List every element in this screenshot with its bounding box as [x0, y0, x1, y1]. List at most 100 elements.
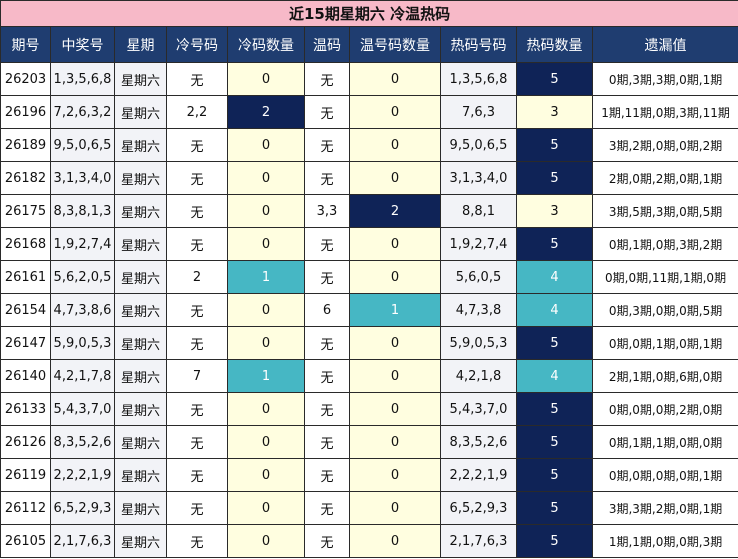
cell-hot-numbers: 5,6,0,5 [440, 260, 517, 294]
cell-warm-numbers: 无 [304, 524, 350, 558]
cell-cold-numbers: 无 [166, 392, 228, 426]
cell-hot-numbers: 1,3,5,6,8 [440, 62, 517, 96]
cell-period: 26140 [0, 359, 51, 393]
header-hot-count: 热码数量 [516, 26, 593, 63]
cell-weekday: 星期六 [114, 425, 167, 459]
cell-missing-values: 3期,3期,2期,0期,1期 [591, 491, 738, 525]
title-row: 近15期星期六 冷温热码 [0, 0, 738, 27]
cell-warm-count: 2 [349, 194, 441, 228]
table-row: 26182 3,1,3,4,0 星期六无 0 无 0 3,1,3,4,0 5 2期,0期,2期,… [0, 161, 738, 195]
table-row: 26133 5,4,3,7,0 星期六无 0 无 0 5,4,3,7,0 5 0期,0期,0期,… [0, 392, 738, 426]
cell-cold-numbers: 无 [166, 326, 228, 360]
cell-missing-values: 0期,0期,1期,0期,1期 [591, 326, 738, 360]
cell-cold-count: 0 [227, 392, 305, 426]
cell-winning-numbers: 5,4,3,7,0 [50, 392, 115, 426]
cell-weekday: 星期六 [114, 62, 167, 96]
cell-warm-numbers: 无 [304, 62, 350, 96]
table-row: 26196 7,2,6,3,2 星期六 2,2 2 无 0 7,6,3 3 1期,11期,0期,3… [0, 95, 738, 129]
cell-period: 26126 [0, 425, 51, 459]
cell-hot-count: 5 [516, 227, 593, 261]
cell-warm-count: 0 [349, 491, 441, 525]
table-row: 26119 2,2,2,1,9 星期六无 0 无 0 2,2,2,1,9 5 0期,0期,0期,… [0, 458, 738, 492]
cell-winning-numbers: 8,3,5,2,6 [50, 425, 115, 459]
cell-cold-numbers: 无 [166, 128, 228, 162]
cell-hot-count: 5 [516, 161, 593, 195]
cell-cold-count: 0 [227, 128, 305, 162]
cell-cold-count: 1 [227, 260, 305, 294]
cell-warm-numbers: 无 [304, 128, 350, 162]
cell-winning-numbers: 1,3,5,6,8 [50, 62, 115, 96]
table-row: 26126 8,3,5,2,6 星期六无 0 无 0 8,3,5,2,6 5 0期,1期,1期,… [0, 425, 738, 459]
cell-cold-count: 0 [227, 194, 305, 228]
cell-cold-numbers: 无 [166, 293, 228, 327]
cell-winning-numbers: 7,2,6,3,2 [50, 95, 115, 129]
cell-warm-count: 0 [349, 326, 441, 360]
cell-cold-count: 0 [227, 227, 305, 261]
header-hot-numbers: 热码号码 [440, 26, 517, 63]
cell-missing-values: 0期,0期,11期,1期,0期 [591, 260, 738, 294]
cell-missing-values: 1期,1期,0期,0期,3期 [591, 524, 738, 558]
table-row: 26175 8,3,8,1,3 星期六无 0 3,3 2 8,8,1 3 3期,5期,3期,0期… [0, 194, 738, 228]
cell-cold-count: 0 [227, 458, 305, 492]
table-row: 26147 5,9,0,5,3 星期六无 0 无 0 5,9,0,5,3 5 0期,0期,1期,… [0, 326, 738, 360]
cell-period: 26168 [0, 227, 51, 261]
cell-hot-count: 5 [516, 491, 593, 525]
cell-warm-numbers: 3,3 [304, 194, 350, 228]
cell-hot-numbers: 8,3,5,2,6 [440, 425, 517, 459]
cell-hot-count: 5 [516, 524, 593, 558]
cell-warm-count: 0 [349, 425, 441, 459]
header-row: 期号 中奖号 星期 冷号码 冷码数量 温码 温号码数量 热码号码 热码数量 遗漏… [0, 26, 738, 63]
cell-warm-numbers: 无 [304, 161, 350, 195]
cell-period: 26147 [0, 326, 51, 360]
cell-hot-count: 5 [516, 62, 593, 96]
cell-winning-numbers: 3,1,3,4,0 [50, 161, 115, 195]
cell-cold-count: 0 [227, 293, 305, 327]
cell-warm-numbers: 无 [304, 491, 350, 525]
cell-warm-numbers: 无 [304, 392, 350, 426]
cell-weekday: 星期六 [114, 260, 167, 294]
header-missing-values: 遗漏值 [591, 26, 738, 63]
cell-warm-numbers: 无 [304, 458, 350, 492]
header-weekday: 星期 [114, 26, 167, 63]
cell-hot-numbers: 4,2,1,8 [440, 359, 517, 393]
cell-cold-numbers: 无 [166, 194, 228, 228]
cell-cold-numbers: 无 [166, 425, 228, 459]
cell-winning-numbers: 4,2,1,7,8 [50, 359, 115, 393]
header-winning-numbers: 中奖号 [50, 26, 115, 63]
cell-missing-values: 0期,3期,0期,0期,5期 [591, 293, 738, 327]
cell-period: 26154 [0, 293, 51, 327]
cell-hot-count: 5 [516, 128, 593, 162]
cell-warm-count: 0 [349, 161, 441, 195]
cell-warm-numbers: 6 [304, 293, 350, 327]
cell-warm-count: 0 [349, 95, 441, 129]
cell-cold-count: 1 [227, 359, 305, 393]
cell-period: 26175 [0, 194, 51, 228]
cell-missing-values: 0期,1期,0期,3期,2期 [591, 227, 738, 261]
cell-hot-count: 4 [516, 293, 593, 327]
cell-weekday: 星期六 [114, 95, 167, 129]
table-row: 26168 1,9,2,7,4 星期六无 0 无 0 1,9,2,7,4 5 0期,1期,0期,… [0, 227, 738, 261]
cell-hot-numbers: 1,9,2,7,4 [440, 227, 517, 261]
cell-warm-numbers: 无 [304, 326, 350, 360]
cell-hot-numbers: 7,6,3 [440, 95, 517, 129]
cell-period: 26133 [0, 392, 51, 426]
cell-period: 26182 [0, 161, 51, 195]
table-row: 26161 5,6,2,0,5 星期六 2 1 无 0 5,6,0,5 4 0期,0期,11期,1… [0, 260, 738, 294]
header-cold-numbers: 冷号码 [166, 26, 228, 63]
table-title: 近15期星期六 冷温热码 [0, 0, 738, 27]
cell-hot-count: 5 [516, 326, 593, 360]
cell-cold-numbers: 2 [166, 260, 228, 294]
cell-weekday: 星期六 [114, 227, 167, 261]
header-period: 期号 [0, 26, 51, 63]
cell-warm-count: 0 [349, 524, 441, 558]
cell-hot-count: 5 [516, 458, 593, 492]
table-row: 26112 6,5,2,9,3 星期六无 0 无 0 6,5,2,9,3 5 3期,3期,2期,… [0, 491, 738, 525]
cell-cold-count: 0 [227, 326, 305, 360]
cell-cold-numbers: 7 [166, 359, 228, 393]
cell-missing-values: 0期,0期,0期,2期,0期 [591, 392, 738, 426]
cell-hot-count: 3 [516, 95, 593, 129]
cell-missing-values: 0期,0期,0期,0期,1期 [591, 458, 738, 492]
cell-missing-values: 0期,3期,3期,0期,1期 [591, 62, 738, 96]
cell-winning-numbers: 1,9,2,7,4 [50, 227, 115, 261]
cell-warm-count: 1 [349, 293, 441, 327]
